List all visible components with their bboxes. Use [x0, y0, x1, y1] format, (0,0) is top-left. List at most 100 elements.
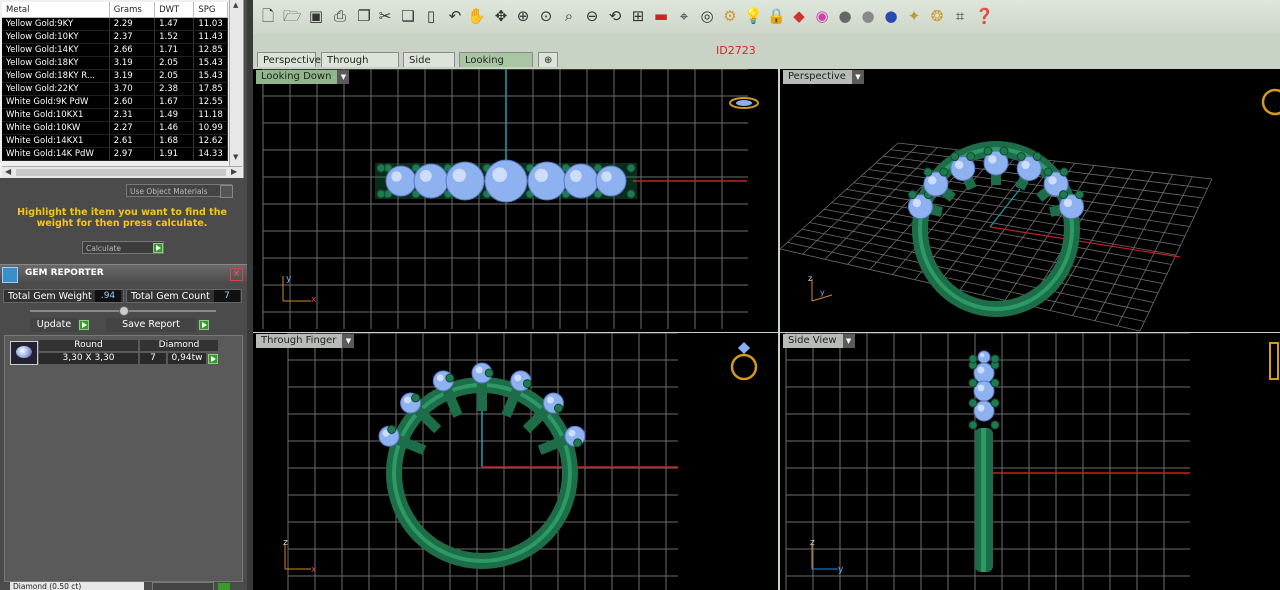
paste-icon[interactable]: ❏ [399, 7, 417, 25]
copy-icon[interactable]: ❐ [355, 7, 373, 25]
pan-hand-icon[interactable]: ✋ [467, 7, 486, 25]
measure-icon[interactable]: ▬ [652, 7, 670, 25]
bottom-go-button[interactable] [218, 583, 230, 590]
calculate-button[interactable] [153, 243, 163, 253]
move-icon[interactable]: ✥ [492, 7, 510, 25]
chevron-down-icon[interactable]: ▼ [342, 334, 355, 348]
stone-select[interactable]: Diamond (0.50 ct) [10, 582, 144, 590]
snap-icon[interactable]: ⌖ [675, 7, 693, 25]
gem-slider-handle[interactable] [119, 306, 129, 316]
axis-label-y: y [286, 274, 292, 284]
render-settings-icon[interactable]: ⚙ [721, 7, 739, 25]
horizontal-scrollbar[interactable]: ◀ ▶ [2, 166, 242, 178]
viewport-label-perspective[interactable]: Perspective ▼ [783, 70, 864, 84]
open-folder-icon[interactable]: 🗁 [283, 7, 302, 25]
save-icon[interactable]: ▣ [307, 7, 325, 25]
table-row[interactable]: Yellow Gold:22KY 3.70 2.38 17.85 [2, 82, 228, 96]
viewport-looking-down[interactable]: y x Looking Down ▼ [253, 69, 778, 332]
rendered-sphere-icon[interactable]: ● [882, 7, 900, 25]
use-object-materials-checkbox[interactable] [220, 185, 233, 198]
cut-icon[interactable]: ✂ [376, 7, 394, 25]
save-report-button[interactable]: Save Report [106, 318, 196, 332]
layers-icon[interactable]: ◆ [790, 7, 808, 25]
color-wheel-icon[interactable]: ◉ [813, 7, 831, 25]
table-row[interactable]: Yellow Gold:18KY 3.19 2.05 15.43 [2, 56, 228, 70]
viewport-label-through-finger[interactable]: Through Finger ▼ [256, 334, 355, 348]
table-cell: 1.47 [154, 17, 195, 31]
zoom-out-icon[interactable]: ⊖ [583, 7, 601, 25]
horizontal-scroll-thumb[interactable] [16, 169, 226, 176]
table-row[interactable]: White Gold:10KX1 2.31 1.49 11.18 [2, 108, 228, 122]
tab-side-view[interactable]: Side View [403, 52, 455, 81]
scroll-up-icon[interactable]: ▲ [233, 1, 238, 9]
table-cell: Yellow Gold:18KY [2, 56, 110, 70]
viewport-perspective[interactable]: z y Perspective ▼ [780, 69, 1280, 332]
four-viewports-icon[interactable]: ⊞ [629, 7, 647, 25]
help-icon[interactable]: ❓ [975, 7, 994, 25]
rotate-view-icon[interactable]: ⟲ [606, 7, 624, 25]
new-file-icon[interactable]: 🗋 [259, 7, 277, 25]
close-icon[interactable]: × [230, 268, 243, 281]
zoom-extents-icon[interactable]: ⌕ [560, 7, 578, 25]
wireframe-sphere-icon[interactable]: ● [836, 7, 854, 25]
table-cell: 11.43 [193, 30, 228, 44]
viewport-label-side-view[interactable]: Side View ▼ [783, 334, 855, 348]
ring-icon [1261, 88, 1280, 116]
scroll-right-icon[interactable]: ▶ [231, 167, 237, 176]
update-button[interactable]: Update [30, 318, 78, 332]
chevron-down-icon[interactable]: ▼ [842, 334, 855, 348]
zoom-in-icon[interactable]: ⊕ [514, 7, 532, 25]
table-cell: 2.66 [109, 43, 156, 57]
target-icon[interactable]: ◎ [698, 7, 716, 25]
column-header-metal[interactable]: Metal [2, 2, 110, 18]
tab-perspective[interactable]: Perspective [257, 52, 321, 67]
column-header-spg[interactable]: SPG [193, 2, 228, 18]
tab-through-finger[interactable]: Through Finger [321, 52, 399, 81]
viewport-through-finger[interactable]: z x Through Finger ▼ [253, 333, 778, 590]
gem-weight: 0,94tw [168, 353, 206, 364]
viewport-side-view[interactable]: z y Side View ▼ [780, 333, 1280, 590]
table-cell: 3.19 [109, 69, 156, 83]
table-row[interactable]: White Gold:10KW 2.27 1.46 10.99 [2, 121, 228, 135]
table-cell: 1.67 [154, 95, 195, 109]
gem-row-go-button[interactable] [208, 354, 218, 364]
table-row[interactable]: Yellow Gold:18KY R... 3.19 2.05 15.43 [2, 69, 228, 83]
table-row[interactable]: White Gold:14KX1 2.61 1.68 12.62 [2, 134, 228, 148]
lock-icon[interactable]: 🔒 [767, 7, 786, 25]
viewport-label-looking-down[interactable]: Looking Down ▼ [256, 70, 350, 84]
column-header-dwt[interactable]: DWT [154, 2, 195, 18]
table-row[interactable]: Yellow Gold:10KY 2.37 1.52 11.43 [2, 30, 228, 44]
left-panel: Metal Grams DWT SPG Yellow Gold:9KY 2.29 1… [0, 0, 247, 590]
table-row[interactable]: White Gold:9K PdW 2.60 1.67 12.55 [2, 95, 228, 109]
zoom-window-icon[interactable]: ⊙ [537, 7, 555, 25]
flashlight-icon[interactable]: ✦ [905, 7, 923, 25]
table-cell: 12.62 [193, 134, 228, 148]
vertical-scrollbar[interactable]: ▲ ▼ [229, 0, 243, 166]
column-header-grams[interactable]: Grams [109, 2, 156, 18]
shaded-sphere-icon[interactable]: ● [859, 7, 877, 25]
table-row[interactable]: Yellow Gold:9KY 2.29 1.47 11.03 [2, 17, 228, 31]
table-row[interactable]: White Gold:14K PdW 2.97 1.91 14.33 [2, 147, 228, 161]
table-cell: 2.60 [109, 95, 156, 109]
gear-icon[interactable]: ❂ [928, 7, 946, 25]
axis-label-y: y [820, 288, 825, 297]
undo-icon[interactable]: ↶ [446, 7, 464, 25]
scroll-left-icon[interactable]: ◀ [5, 167, 11, 176]
round-diamond-icon [10, 341, 38, 365]
clipboard-icon[interactable]: ▯ [422, 7, 440, 25]
chevron-down-icon[interactable]: ▼ [851, 70, 864, 84]
secondary-select[interactable] [152, 582, 214, 590]
add-tab-icon[interactable]: ⊕ [538, 52, 558, 67]
print-icon[interactable]: ⎙ [331, 7, 349, 25]
table-row[interactable]: Yellow Gold:14KY 2.66 1.71 12.85 [2, 43, 228, 57]
chevron-down-icon[interactable]: ▼ [337, 70, 350, 84]
main-toolbar: 🗋 🗁 ▣ ⎙ ❐ ✂ ❏ ▯ ↶ ✋ ✥ ⊕ ⊙ ⌕ ⊖ ⟲ ⊞ ▬ ⌖ ◎ … [253, 0, 1280, 34]
light-bulb-icon[interactable]: 💡 [744, 7, 763, 25]
axis-x-line [989, 226, 1181, 258]
snap-grid-icon[interactable]: ⌗ [951, 7, 969, 25]
tab-looking-down[interactable]: Looking Down [459, 52, 533, 81]
update-go-button[interactable] [79, 320, 89, 330]
scroll-down-icon[interactable]: ▼ [233, 153, 238, 161]
save-report-go-button[interactable] [199, 320, 209, 330]
ring-icon [1269, 342, 1279, 380]
